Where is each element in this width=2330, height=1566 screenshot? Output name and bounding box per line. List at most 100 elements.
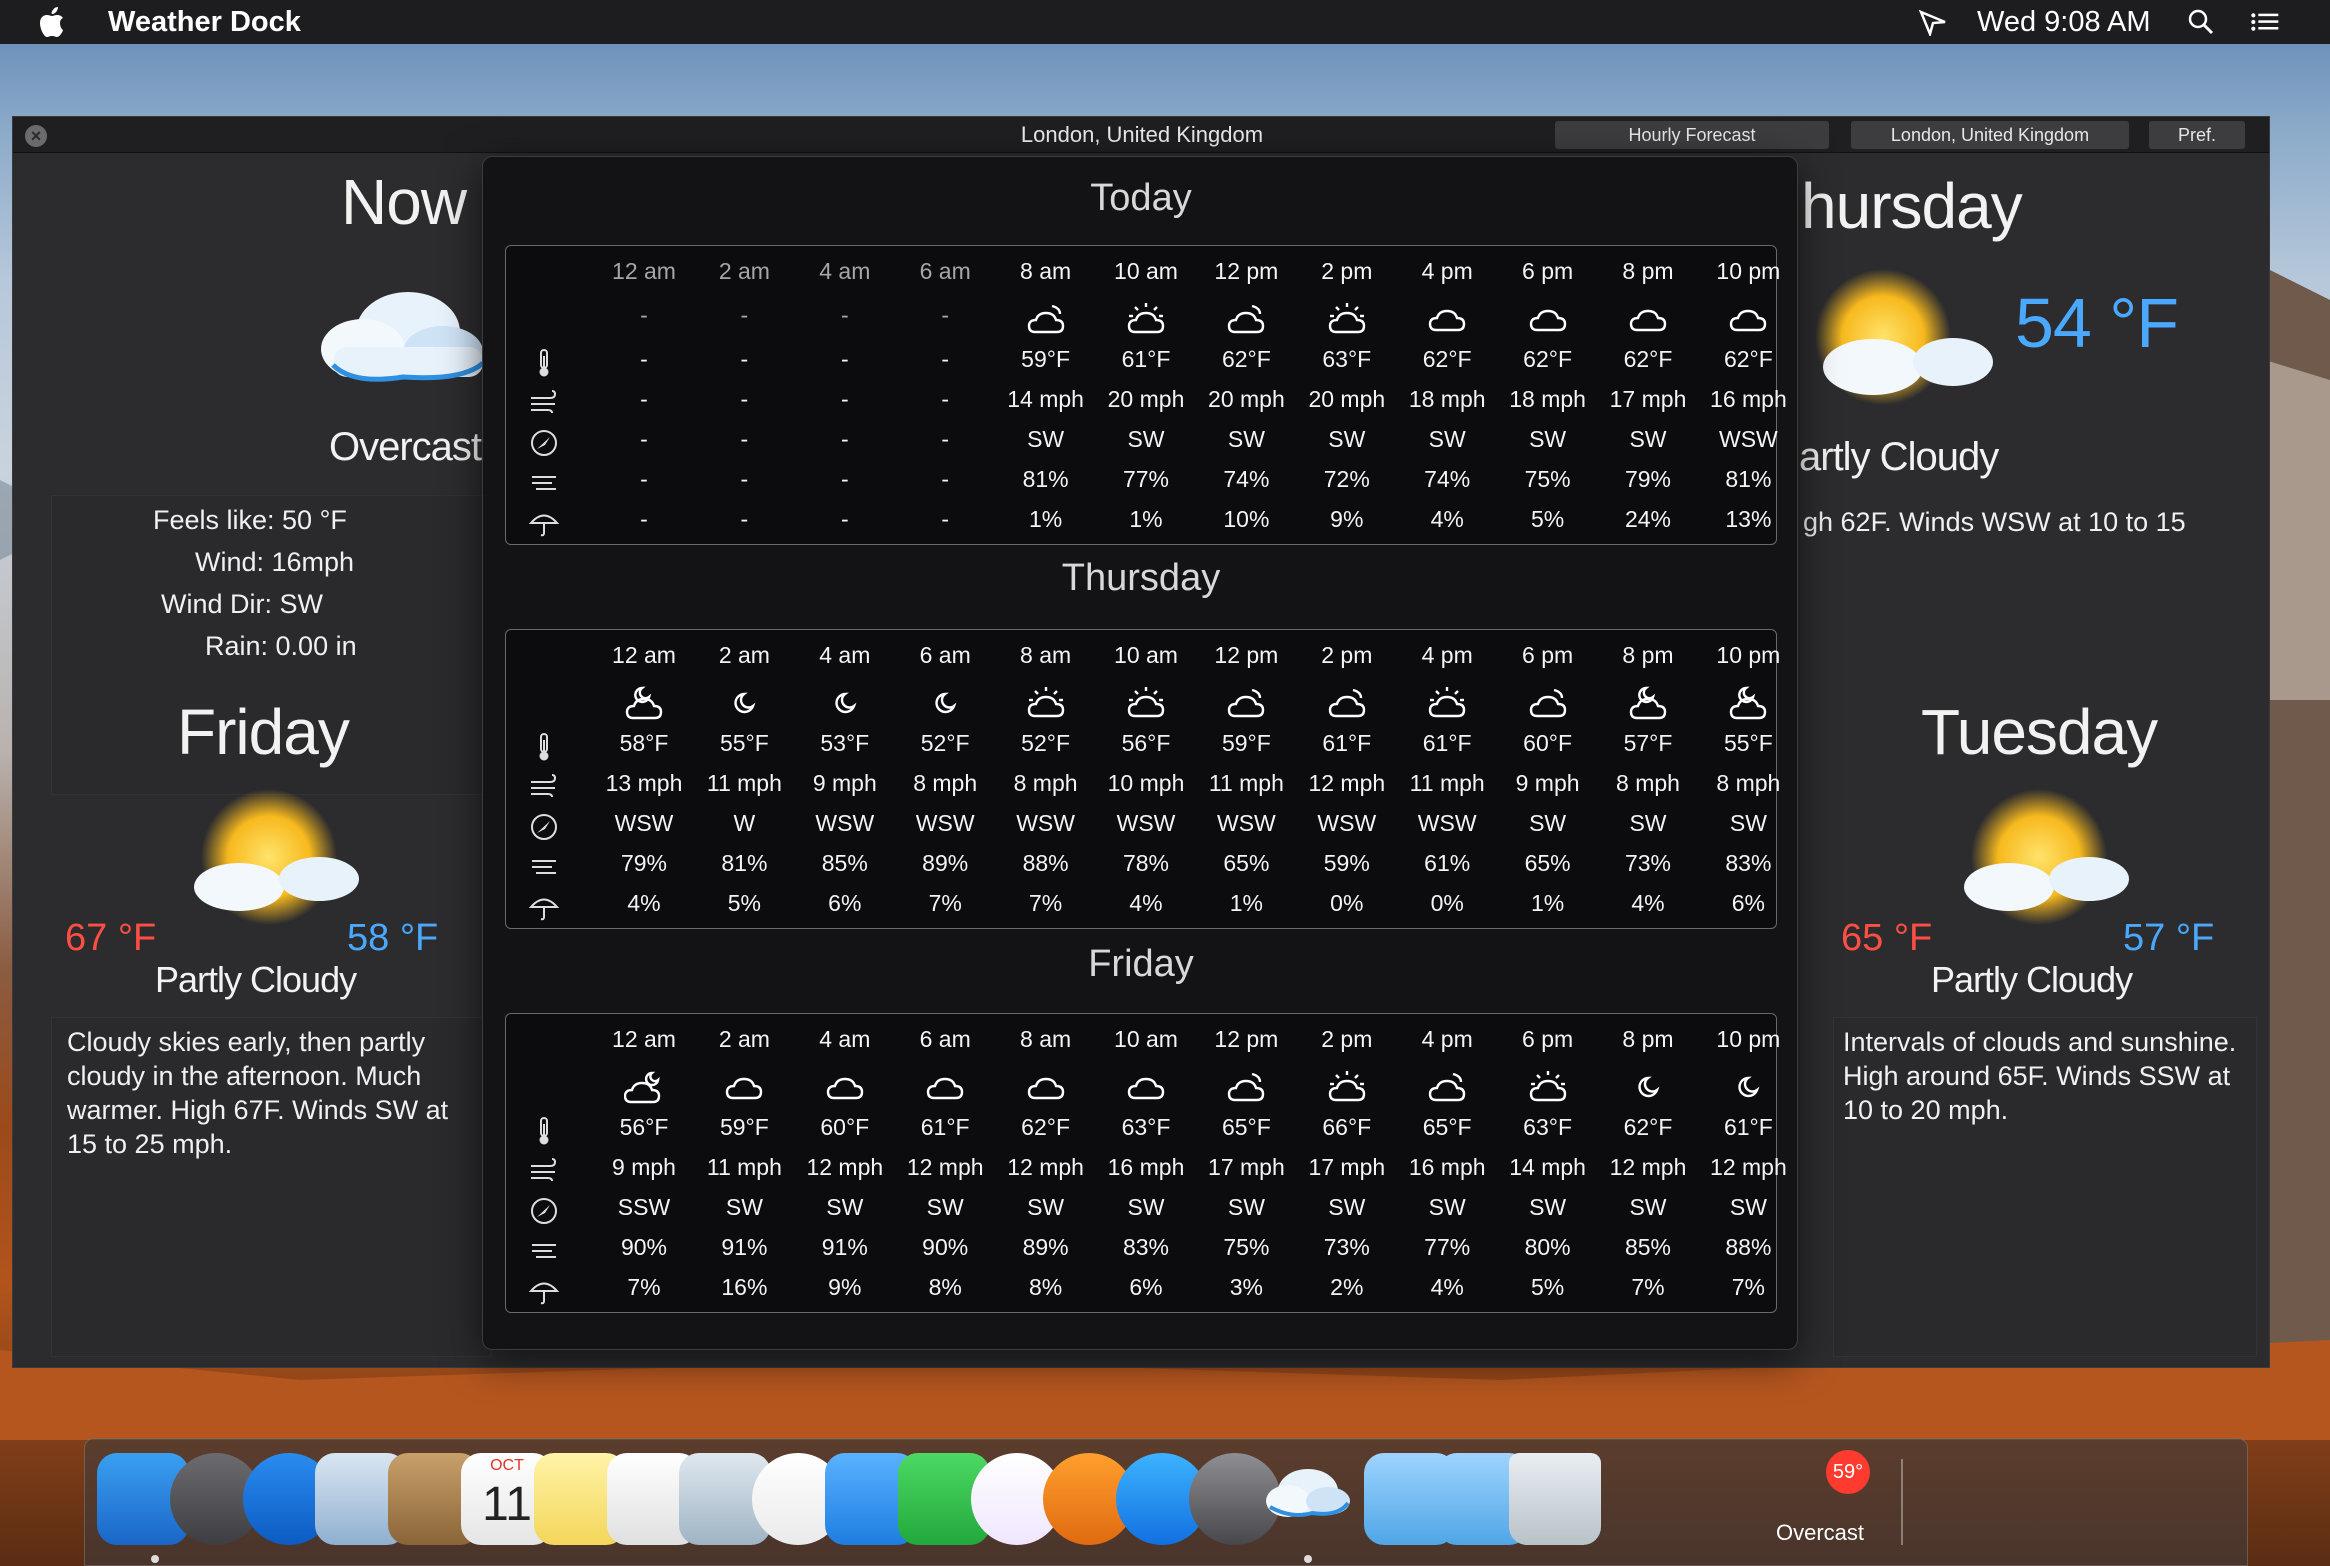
forecast-dir-cell: SW (1629, 810, 1667, 836)
forecast-wind-cell: 20 mph (1208, 386, 1285, 412)
forecast-day-title: Friday (1088, 943, 1194, 985)
compass-icon (528, 812, 560, 842)
forecast-temps-cell: 62°F (1422, 346, 1472, 372)
cloud-sun-icon (1297, 686, 1397, 726)
tuesday-description: Intervals of clouds and sunshine. High a… (1843, 1027, 2237, 1125)
forecast-wind-cell: - (640, 386, 648, 412)
moon-icon (694, 686, 794, 726)
forecast-temps-cell: 52°F (920, 730, 970, 756)
forecast-dir-cell: - (840, 426, 849, 452)
forecast-hours-cell: 10 pm (1716, 642, 1781, 668)
cloud-icon (795, 1070, 895, 1110)
moon-cloud-icon (594, 686, 694, 726)
cloud-icon (1698, 302, 1798, 342)
forecast-humidity-cell: 75% (1223, 1234, 1270, 1260)
location-arrow-icon[interactable] (1918, 8, 1948, 36)
window-titlebar: × London, United Kingdom Hourly Forecast… (13, 117, 2269, 153)
forecast-day-title: Thursday (1061, 557, 1221, 599)
forecast-dir-cell: WSW (1016, 810, 1075, 836)
cloud-sun-icon (1196, 686, 1296, 726)
forecast-wind-cell: 8 mph (1616, 770, 1680, 796)
forecast-temps-cell: 57°F (1623, 730, 1673, 756)
forecast-precip-cell: 4% (1430, 1274, 1464, 1300)
cloud-sun-icon (1397, 1070, 1497, 1110)
forecast-dir-cell: WSW (1116, 810, 1176, 836)
weather-badge: 59° (1826, 1450, 1870, 1494)
forecast-precip-cell: 13% (1725, 506, 1772, 532)
app-menu-title[interactable]: Weather Dock (108, 6, 301, 39)
forecast-wind-cell: 14 mph (1509, 1154, 1586, 1180)
forecast-hours-cell: 12 am (612, 1026, 676, 1052)
hourly-forecast-popover: Today 12 am 2 am 4 am 6 am 8 am 10 am 12 pm 2 pm… (482, 156, 1798, 1350)
forecast-wind-cell: 17 mph (1208, 1154, 1285, 1180)
forecast-wind-cell: 16 mph (1710, 386, 1787, 412)
forecast-temps-cell: - (640, 346, 648, 372)
forecast-temps-cell: 55°F (719, 730, 769, 756)
forecast-humidity-cell: 78% (1122, 850, 1170, 876)
forecast-hours-cell: 10 am (1114, 642, 1178, 668)
forecast-dir-cell: SW (926, 1194, 964, 1220)
forecast-temps-cell: 62°F (1623, 1114, 1673, 1140)
preferences-button[interactable]: Pref. (2149, 121, 2245, 149)
menu-clock[interactable]: Wed 9:08 AM (1977, 6, 2151, 39)
tuesday-condition: Partly Cloudy (1931, 959, 2133, 1000)
forecast-dir-cell: SW (1227, 426, 1265, 452)
forecast-temps-cell: 61°F (920, 1114, 970, 1140)
forecast-wind-cell: 12 mph (1308, 770, 1386, 796)
forecast-wind-cell: 13 mph (605, 770, 683, 796)
forecast-humidity-cell: 77% (1424, 1234, 1471, 1260)
forecast-hours-cell: 6 am (919, 258, 971, 284)
location-button[interactable]: London, United Kingdom (1851, 121, 2129, 149)
dock-weather-dock-icon[interactable] (1261, 1453, 1354, 1545)
forecast-humidity-cell: 74% (1424, 466, 1471, 492)
forecast-temps-cell: 61°F (1121, 346, 1171, 372)
forecast-temps-cell: 62°F (1221, 346, 1271, 372)
forecast-humidity-cell: 73% (1624, 850, 1672, 876)
forecast-hours-cell: 4 am (819, 258, 871, 284)
moon-icon (1698, 1070, 1798, 1110)
forecast-humidity-cell: 59% (1323, 850, 1370, 876)
forecast-temps-cell: 58°F (619, 730, 669, 756)
forecast-hours-cell: 6 pm (1522, 258, 1574, 284)
forecast-hours-cell: 8 pm (1622, 1026, 1674, 1052)
forecast-dir-cell: SW (1027, 1194, 1065, 1220)
forecast-humidity-cell: 91% (721, 1234, 768, 1260)
forecast-humidity-cell: - (840, 466, 849, 492)
forecast-dir-cell: SW (1127, 426, 1165, 452)
forecast-hours-cell: 6 am (919, 642, 971, 668)
forecast-temps-cell: 61°F (1422, 730, 1472, 756)
forecast-day-table: 12 am 2 am 4 am 6 am 8 am 10 am 12 pm 2 pm 4 pm 6… (505, 1013, 1787, 1313)
forecast-wind-cell: 16 mph (1107, 1154, 1185, 1180)
notification-center-icon[interactable] (2250, 8, 2280, 36)
forecast-hours-cell: 8 pm (1622, 258, 1674, 284)
forecast-humidity-cell: 61% (1424, 850, 1471, 876)
forecast-precip-cell: 8% (928, 1274, 962, 1300)
forecast-precip-cell: 4% (1129, 890, 1163, 916)
apple-menu-icon[interactable] (38, 5, 68, 39)
forecast-dir-cell: SW (1428, 426, 1466, 452)
dock: OCT 11 (84, 1438, 2248, 1566)
sun-cloud-icon (1498, 1070, 1598, 1110)
forecast-humidity-cell: 75% (1524, 466, 1571, 492)
forecast-humidity-cell: 81% (1022, 466, 1069, 492)
forecast-temps-cell: 60°F (820, 1114, 870, 1140)
forecast-temps-cell: 65°F (1422, 1114, 1472, 1140)
forecast-temps-cell: 56°F (1121, 730, 1171, 756)
forecast-precip-cell: 5% (1530, 1274, 1565, 1300)
forecast-dir-cell: SW (1729, 1194, 1767, 1220)
forecast-precip-cell: 4% (1631, 890, 1665, 916)
menu-bar: Weather Dock Wed 9:08 AM (0, 0, 2330, 44)
forecast-hours-cell: 12 pm (1214, 642, 1279, 668)
forecast-hours-cell: 2 am (718, 642, 770, 668)
hourly-forecast-button[interactable]: Hourly Forecast (1555, 121, 1829, 149)
cloud-sun-icon (1196, 302, 1296, 342)
forecast-precip-cell: 7% (928, 890, 962, 916)
spotlight-search-icon[interactable] (2186, 8, 2216, 36)
forecast-dir-cell: SW (1328, 426, 1366, 452)
forecast-dir-cell: - (640, 426, 648, 452)
forecast-precip-cell: 0% (1330, 890, 1364, 916)
forecast-wind-cell: 8 mph (913, 770, 978, 796)
forecast-wind-cell: - (941, 386, 950, 412)
forecast-hours-cell: 4 pm (1421, 1026, 1473, 1052)
dock-trash-icon[interactable] (1509, 1453, 1602, 1545)
